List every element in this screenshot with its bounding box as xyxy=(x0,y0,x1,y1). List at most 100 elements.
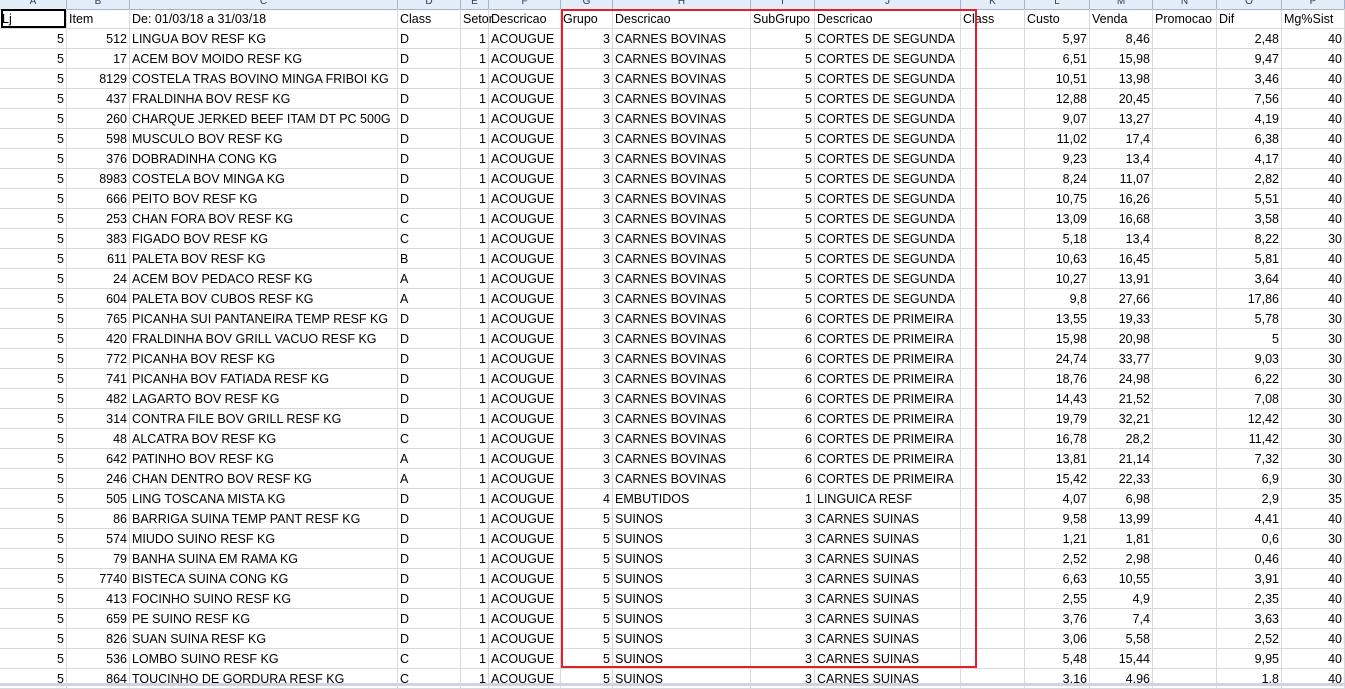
table-cell[interactable]: 40 xyxy=(1282,669,1345,689)
table-cell[interactable]: D xyxy=(398,369,461,389)
table-cell[interactable]: TOUCINHO DE GORDURA RESF KG xyxy=(130,669,398,689)
table-cell[interactable] xyxy=(1153,409,1217,429)
table-cell[interactable]: 79 xyxy=(67,549,130,569)
table-cell[interactable]: D xyxy=(398,49,461,69)
table-cell[interactable]: 40 xyxy=(1282,129,1345,149)
table-cell[interactable]: 16,45 xyxy=(1090,249,1153,269)
table-cell[interactable]: 1 xyxy=(461,469,489,489)
table-cell[interactable]: 6 xyxy=(751,349,815,369)
column-header-cell[interactable]: Descricao xyxy=(613,9,751,29)
table-cell[interactable]: 8983 xyxy=(67,169,130,189)
table-cell[interactable]: CORTES DE PRIMEIRA xyxy=(815,429,961,449)
table-cell[interactable]: 3 xyxy=(751,629,815,649)
table-cell[interactable]: ACOUGUE xyxy=(489,629,561,649)
table-cell[interactable]: C xyxy=(398,649,461,669)
table-cell[interactable] xyxy=(961,309,1025,329)
table-cell[interactable]: 5 xyxy=(0,649,67,669)
table-cell[interactable]: 2,98 xyxy=(1090,549,1153,569)
table-cell[interactable] xyxy=(1153,549,1217,569)
table-cell[interactable]: CORTES DE SEGUNDA xyxy=(815,269,961,289)
table-cell[interactable]: 5 xyxy=(751,129,815,149)
table-cell[interactable]: 40 xyxy=(1282,649,1345,669)
table-cell[interactable]: ACOUGUE xyxy=(489,409,561,429)
table-cell[interactable]: A xyxy=(398,289,461,309)
table-cell[interactable]: BISTECA SUINA CONG KG xyxy=(130,569,398,589)
table-cell[interactable] xyxy=(961,169,1025,189)
table-cell[interactable]: 16,78 xyxy=(1025,429,1090,449)
table-cell[interactable] xyxy=(961,509,1025,529)
column-header-cell[interactable]: Descricao xyxy=(815,9,961,29)
table-cell[interactable] xyxy=(1153,289,1217,309)
table-cell[interactable] xyxy=(1153,489,1217,509)
table-cell[interactable]: 13,55 xyxy=(1025,309,1090,329)
table-cell[interactable]: 574 xyxy=(67,529,130,549)
table-cell[interactable]: ACOUGUE xyxy=(489,569,561,589)
table-cell[interactable]: 5 xyxy=(0,629,67,649)
table-cell[interactable]: ACEM BOV MOIDO RESF KG xyxy=(130,49,398,69)
table-cell[interactable]: 10,75 xyxy=(1025,189,1090,209)
table-cell[interactable]: PE SUINO RESF KG xyxy=(130,609,398,629)
table-cell[interactable]: 3 xyxy=(561,149,613,169)
column-letter-a[interactable]: A xyxy=(0,0,67,9)
table-cell[interactable]: 30 xyxy=(1282,529,1345,549)
table-cell[interactable]: PICANHA BOV RESF KG xyxy=(130,349,398,369)
table-cell[interactable]: 0,46 xyxy=(1217,549,1282,569)
table-cell[interactable]: DOBRADINHA CONG KG xyxy=(130,149,398,169)
table-cell[interactable]: 13,4 xyxy=(1090,229,1153,249)
table-cell[interactable] xyxy=(1153,209,1217,229)
table-cell[interactable]: D xyxy=(398,309,461,329)
table-cell[interactable]: 40 xyxy=(1282,29,1345,49)
table-cell[interactable] xyxy=(961,29,1025,49)
table-cell[interactable] xyxy=(961,329,1025,349)
table-cell[interactable] xyxy=(961,69,1025,89)
table-cell[interactable]: EMBUTIDOS xyxy=(613,489,751,509)
table-cell[interactable]: CARNES BOVINAS xyxy=(613,189,751,209)
table-cell[interactable] xyxy=(961,349,1025,369)
table-cell[interactable]: CARNES BOVINAS xyxy=(613,29,751,49)
table-cell[interactable]: 40 xyxy=(1282,149,1345,169)
table-cell[interactable]: 3 xyxy=(751,609,815,629)
table-cell[interactable]: 3 xyxy=(561,329,613,349)
table-cell[interactable]: 4,96 xyxy=(1090,669,1153,689)
table-cell[interactable]: 1 xyxy=(461,449,489,469)
table-cell[interactable]: 40 xyxy=(1282,89,1345,109)
table-cell[interactable]: MUSCULO BOV RESF KG xyxy=(130,129,398,149)
table-cell[interactable]: CORTES DE SEGUNDA xyxy=(815,249,961,269)
table-cell[interactable]: SUINOS xyxy=(613,609,751,629)
table-cell[interactable]: 5 xyxy=(561,669,613,689)
table-cell[interactable]: 1 xyxy=(461,549,489,569)
table-cell[interactable]: 3 xyxy=(751,569,815,589)
table-cell[interactable]: 5 xyxy=(561,589,613,609)
table-cell[interactable]: 12,42 xyxy=(1217,409,1282,429)
table-cell[interactable]: CARNES BOVINAS xyxy=(613,449,751,469)
table-cell[interactable]: 30 xyxy=(1282,349,1345,369)
table-cell[interactable]: 4,41 xyxy=(1217,509,1282,529)
table-cell[interactable] xyxy=(961,409,1025,429)
table-cell[interactable] xyxy=(961,289,1025,309)
table-cell[interactable]: ACOUGUE xyxy=(489,669,561,689)
column-letter-g[interactable]: G xyxy=(561,0,613,9)
table-cell[interactable]: 5,78 xyxy=(1217,309,1282,329)
table-cell[interactable]: 28,2 xyxy=(1090,429,1153,449)
column-header-cell[interactable]: Custo xyxy=(1025,9,1090,29)
table-cell[interactable]: ACOUGUE xyxy=(489,189,561,209)
table-cell[interactable]: 6 xyxy=(751,469,815,489)
table-cell[interactable]: 512 xyxy=(67,29,130,49)
table-cell[interactable]: 24 xyxy=(67,269,130,289)
table-cell[interactable]: 413 xyxy=(67,589,130,609)
column-header-cell[interactable]: Setor xyxy=(461,9,493,29)
table-cell[interactable]: CARNES BOVINAS xyxy=(613,329,751,349)
table-cell[interactable]: D xyxy=(398,629,461,649)
table-cell[interactable] xyxy=(961,149,1025,169)
table-cell[interactable]: A xyxy=(398,449,461,469)
table-cell[interactable]: 27,66 xyxy=(1090,289,1153,309)
column-header-cell[interactable]: Grupo xyxy=(561,9,613,29)
table-cell[interactable]: 18,76 xyxy=(1025,369,1090,389)
table-cell[interactable]: ACOUGUE xyxy=(489,489,561,509)
table-cell[interactable]: 5,81 xyxy=(1217,249,1282,269)
table-cell[interactable]: LOMBO SUINO RESF KG xyxy=(130,649,398,669)
table-cell[interactable]: ACOUGUE xyxy=(489,449,561,469)
table-cell[interactable]: 40 xyxy=(1282,189,1345,209)
table-cell[interactable]: 5 xyxy=(0,469,67,489)
table-cell[interactable]: 5 xyxy=(0,429,67,449)
